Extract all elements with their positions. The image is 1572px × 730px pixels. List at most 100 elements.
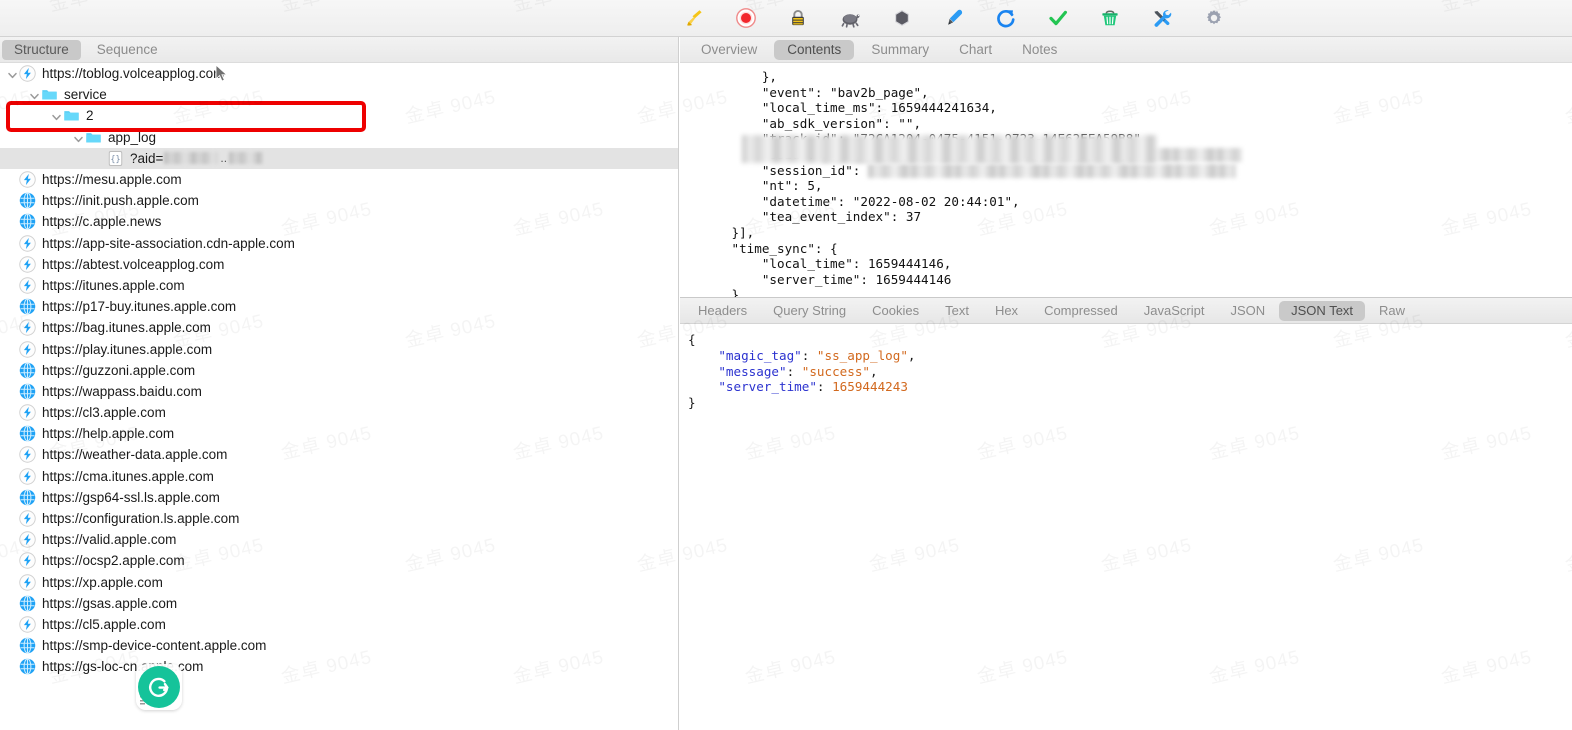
twisty-placeholder [94, 152, 107, 165]
tree-row-label: https://gsas.apple.com [42, 595, 178, 611]
tab-summary[interactable]: Summary [858, 40, 942, 60]
grammarly-badge[interactable] [136, 664, 182, 710]
gear-icon[interactable] [1188, 4, 1240, 32]
pen-icon[interactable] [928, 4, 980, 32]
tree-row[interactable]: https://gs-loc-cn.apple.com [0, 656, 678, 677]
tree-row[interactable]: https://ocsp2.apple.com [0, 550, 678, 571]
tab-notes[interactable]: Notes [1009, 40, 1070, 60]
format-tab-json-text[interactable]: JSON Text [1279, 300, 1366, 321]
tree-row-label: ?aid= [130, 150, 164, 166]
tree-row[interactable]: 2 [0, 105, 678, 126]
tree-row[interactable]: https://cl5.apple.com [0, 614, 678, 635]
tree-row[interactable]: https://init.push.apple.com [0, 190, 678, 211]
tree-row[interactable]: https://gsp64-ssl.ls.apple.com [0, 487, 678, 508]
tree-row-label: https://valid.apple.com [42, 532, 177, 548]
tab-chart[interactable]: Chart [946, 40, 1005, 60]
tree-row[interactable]: https://smp-device-content.apple.com [0, 635, 678, 656]
twisty-placeholder [6, 491, 19, 504]
format-tab-compressed[interactable]: Compressed [1032, 301, 1130, 321]
tree-row[interactable]: https://help.apple.com [0, 423, 678, 444]
tools-icon[interactable] [1136, 4, 1188, 32]
checkmark-icon[interactable] [1032, 4, 1084, 32]
tree-row[interactable]: https://valid.apple.com [0, 529, 678, 550]
tree-row[interactable]: https://gsas.apple.com [0, 593, 678, 614]
tree-row[interactable]: https://toblog.volceapplog.com [0, 63, 678, 84]
structure-tree[interactable]: https://toblog.volceapplog.com service 2 ap… [0, 63, 678, 677]
tree-row[interactable]: https://itunes.apple.com [0, 275, 678, 296]
twisty-down-icon[interactable] [28, 88, 41, 101]
tree-row[interactable]: https://app-site-association.cdn-apple.c… [0, 233, 678, 254]
broom-icon[interactable] [668, 4, 720, 32]
tree-row-label: https://xp.apple.com [42, 574, 163, 590]
tree-row[interactable]: service [0, 84, 678, 105]
tree-row[interactable]: https://wappass.baidu.com [0, 381, 678, 402]
braces-icon: {} [108, 150, 123, 166]
format-tab-cookies[interactable]: Cookies [860, 301, 931, 321]
twisty-placeholder [6, 173, 19, 186]
tab-sequence[interactable]: Sequence [85, 40, 170, 60]
globe-icon [19, 298, 36, 315]
tree-row[interactable]: https://xp.apple.com [0, 572, 678, 593]
lock-icon[interactable] [772, 4, 824, 32]
json-comma: , [907, 347, 916, 363]
format-tab-query-string[interactable]: Query String [761, 301, 858, 321]
tree-row-label: https://gsp64-ssl.ls.apple.com [42, 489, 220, 505]
globe-icon [19, 192, 36, 209]
grammarly-g-icon [149, 677, 169, 697]
body-format-tab-bar[interactable]: Headers Query String Cookies Text Hex Compres… [680, 298, 1572, 324]
refresh-icon[interactable] [980, 4, 1032, 32]
tab-overview[interactable]: Overview [688, 40, 770, 60]
bolt-icon [19, 65, 36, 82]
tree-row-label: service [64, 87, 107, 103]
twisty-down-icon[interactable] [50, 109, 63, 122]
twisty-down-icon[interactable] [6, 67, 19, 80]
tree-row[interactable]: {} ?aid=.. [0, 147, 678, 169]
tree-row[interactable]: https://abtest.volceapplog.com [0, 254, 678, 275]
hexagon-icon[interactable] [876, 4, 928, 32]
tab-contents[interactable]: Contents [774, 39, 855, 60]
format-tab-hex[interactable]: Hex [983, 301, 1030, 321]
trash-icon[interactable] [1084, 4, 1136, 32]
globe-icon [19, 425, 36, 442]
format-tab-json[interactable]: JSON [1218, 301, 1277, 321]
twisty-placeholder [6, 364, 19, 377]
bolt-icon [19, 256, 36, 273]
tree-row[interactable]: https://weather-data.apple.com [0, 444, 678, 465]
twisty-placeholder [6, 448, 19, 461]
bolt-icon [19, 171, 36, 188]
twisty-down-icon[interactable] [72, 131, 85, 144]
tree-row[interactable]: https://guzzoni.apple.com [0, 360, 678, 381]
tree-row[interactable]: https://cl3.apple.com [0, 402, 678, 423]
globe-icon [19, 383, 36, 400]
twisty-placeholder [6, 258, 19, 271]
tree-row[interactable]: app_log [0, 127, 678, 148]
globe-icon [19, 658, 36, 675]
turtle-icon[interactable] [824, 4, 876, 32]
globe-icon [19, 489, 36, 506]
globe-icon [19, 362, 36, 379]
format-tab-javascript[interactable]: JavaScript [1132, 301, 1217, 321]
bolt-icon [19, 404, 36, 421]
tree-row-label: https://weather-data.apple.com [42, 447, 228, 463]
format-tab-headers[interactable]: Headers [686, 301, 759, 321]
format-tab-raw[interactable]: Raw [1367, 301, 1417, 321]
twisty-placeholder [6, 279, 19, 292]
tree-row[interactable]: https://cma.itunes.apple.com [0, 466, 678, 487]
json-text-view[interactable]: { "magic_tag": "ss_app_log", "message": … [680, 324, 1572, 730]
record-icon[interactable] [720, 4, 772, 32]
json-value: "success" [801, 363, 871, 379]
json-key: "message" [718, 363, 787, 379]
tree-row[interactable]: https://bag.itunes.apple.com [0, 317, 678, 338]
tree-row-label: https://p17-buy.itunes.apple.com [42, 299, 237, 315]
tab-structure[interactable]: Structure [2, 39, 81, 60]
tree-row[interactable]: https://play.itunes.apple.com [0, 338, 678, 359]
tree-row-label: https://app-site-association.cdn-apple.c… [42, 235, 295, 251]
tree-row-label: https://abtest.volceapplog.com [42, 256, 225, 272]
tree-row[interactable]: https://c.apple.news [0, 211, 678, 232]
tree-row[interactable]: https://p17-buy.itunes.apple.com [0, 296, 678, 317]
detail-tab-bar[interactable]: Overview Contents Summary Chart Notes [680, 37, 1572, 63]
left-tab-bar: Structure Sequence [0, 37, 678, 63]
tree-row[interactable]: https://configuration.ls.apple.com [0, 508, 678, 529]
tree-row[interactable]: https://mesu.apple.com [0, 169, 678, 190]
format-tab-text[interactable]: Text [933, 301, 981, 321]
